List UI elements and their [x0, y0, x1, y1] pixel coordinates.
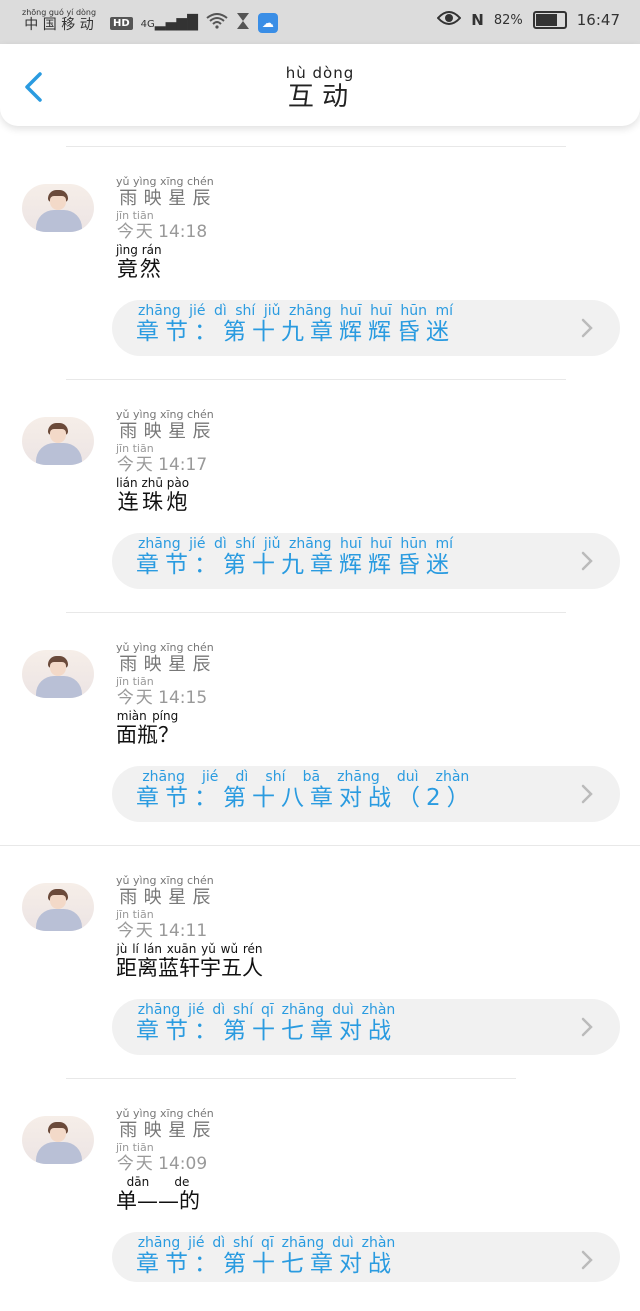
hd-badge: HD — [110, 16, 133, 30]
chapter-link[interactable]: 章节：第十九章辉辉昏迷zhāng jié dì shí jiǔ zhāng hu… — [112, 533, 620, 589]
comment-text: 竟然jìng rán — [116, 243, 162, 281]
comment-item: 雨映星辰yǔ yìng xīng chén 今天jīn tiān 14:17 连… — [0, 379, 640, 612]
chevron-right-icon — [581, 1017, 593, 1037]
chevron-right-icon — [581, 318, 593, 338]
avatar[interactable] — [22, 417, 94, 465]
eye-icon — [436, 10, 462, 30]
comment-text: 单——的dān de — [116, 1175, 200, 1213]
chapter-label: 章节：第十九章辉辉昏迷zhāng jié dì shí jiǔ zhāng hu… — [136, 303, 455, 345]
avatar[interactable] — [22, 1116, 94, 1164]
avatar[interactable] — [22, 883, 94, 931]
avatar[interactable] — [22, 184, 94, 232]
username: 雨映星辰yǔ yìng xīng chén — [116, 641, 214, 675]
comment-item: 雨映星辰yǔ yìng xīng chén 今天jīn tiān 14:18 竟… — [0, 146, 640, 379]
username: 雨映星辰yǔ yìng xīng chén — [116, 1107, 214, 1141]
timestamp: 今天jīn tiān 14:18 — [116, 209, 208, 242]
comment-item: 雨映星辰yǔ yìng xīng chén 今天jīn tiān 14:15 面… — [0, 612, 640, 845]
chevron-right-icon — [581, 784, 593, 804]
timestamp: 今天jīn tiān 14:17 — [116, 442, 208, 475]
chapter-label: 章节：第十八章对战（2）zhāng jié dì shí bā zhāng du… — [136, 769, 476, 811]
battery-percent: 82% — [493, 12, 523, 28]
chapter-link[interactable]: 章节：第十八章对战（2）zhāng jié dì shí bā zhāng du… — [112, 766, 620, 822]
username: 雨映星辰yǔ yìng xīng chén — [116, 175, 214, 209]
username: 雨映星辰yǔ yìng xīng chén — [116, 408, 214, 442]
timestamp: 今天jīn tiān 14:11 — [116, 908, 208, 941]
chevron-right-icon — [581, 1250, 593, 1270]
battery-icon — [532, 11, 567, 29]
comment-item: 雨映星辰yǔ yìng xīng chén 今天jīn tiān 14:09 单… — [0, 1078, 640, 1311]
comment-item: 雨映星辰yǔ yìng xīng chén 今天jīn tiān 14:11 距… — [0, 845, 640, 1078]
chapter-link[interactable]: 章节：第十七章对战zhāng jié dì shí qī zhāng duì z… — [112, 999, 620, 1055]
hourglass-icon — [236, 12, 250, 34]
timestamp: 今天jīn tiān 14:15 — [116, 675, 208, 708]
comment-text: 连珠炮lián zhū pào — [116, 476, 190, 514]
username: 雨映星辰yǔ yìng xīng chén — [116, 874, 214, 908]
app-notification-icon: ☁ — [257, 13, 278, 33]
nfc-icon: N — [471, 11, 484, 29]
top-app-bar: 互动hù dòng — [0, 44, 640, 126]
comment-text: 面瓶？miàn píng — [116, 709, 179, 747]
comment-text: 距离蓝轩宇五人jù lí lán xuān yǔ wǔ rén — [116, 942, 263, 980]
signal-icon: 4G▂▄▆█ — [140, 15, 198, 31]
chapter-label: 章节：第十七章对战zhāng jié dì shí qī zhāng duì z… — [136, 1235, 397, 1277]
clock: 16:47 — [576, 11, 620, 29]
wifi-icon — [206, 13, 228, 33]
page-title: 互动hù dòng — [285, 64, 355, 112]
timestamp: 今天jīn tiān 14:09 — [116, 1141, 208, 1174]
chapter-label: 章节：第十七章对战zhāng jié dì shí qī zhāng duì z… — [136, 1002, 397, 1044]
chapter-link[interactable]: 章节：第十七章对战zhāng jié dì shí qī zhāng duì z… — [112, 1232, 620, 1282]
carrier-label: 中国移动zhōng guó yí dòng — [22, 8, 97, 33]
status-bar: 中国移动zhōng guó yí dòng HD 4G▂▄▆█ ☁ N 82% … — [0, 0, 640, 44]
chapter-label: 章节：第十九章辉辉昏迷zhāng jié dì shí jiǔ zhāng hu… — [136, 536, 455, 578]
chapter-link[interactable]: 章节：第十九章辉辉昏迷zhāng jié dì shí jiǔ zhāng hu… — [112, 300, 620, 356]
avatar[interactable] — [22, 650, 94, 698]
chevron-right-icon — [581, 551, 593, 571]
